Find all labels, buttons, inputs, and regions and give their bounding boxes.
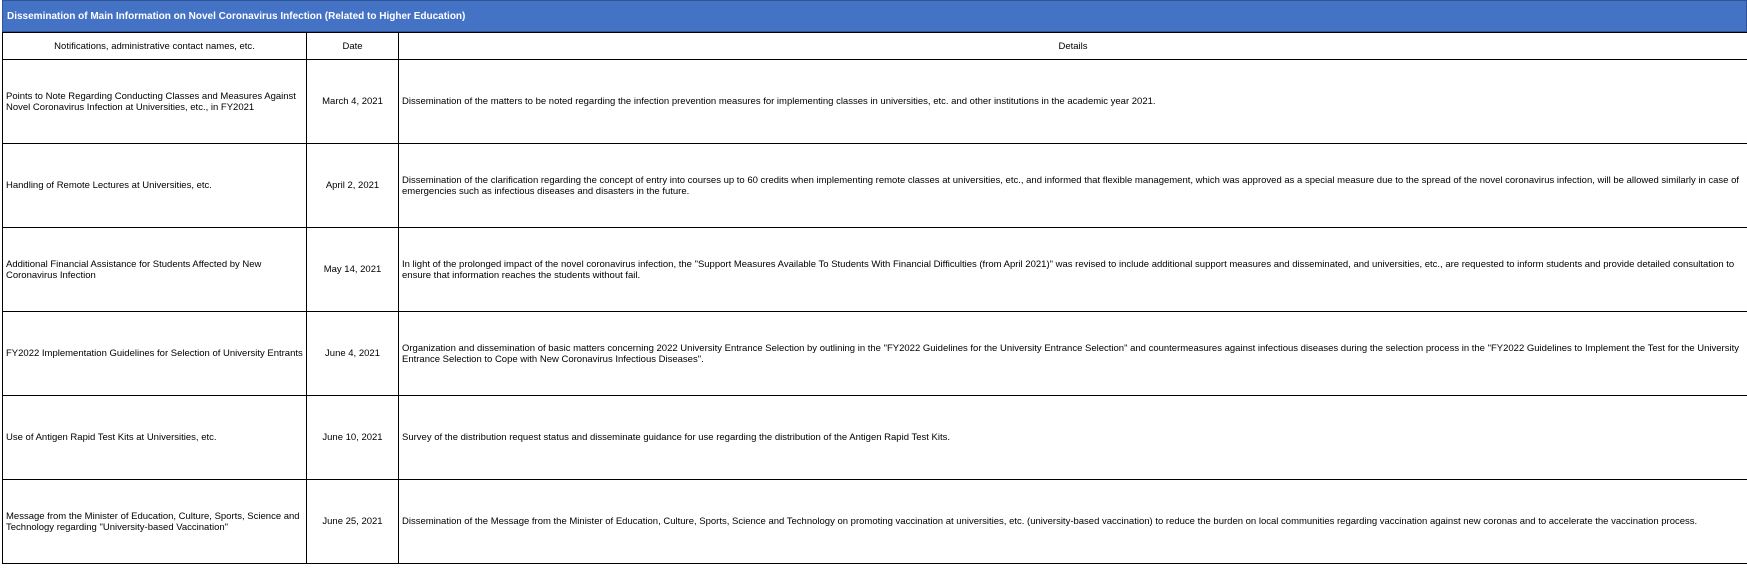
details-cell[interactable]: In light of the prolonged impact of the …: [398, 227, 1747, 312]
notification-cell[interactable]: Message from the Minister of Education, …: [2, 479, 307, 564]
notification-cell[interactable]: Handling of Remote Lectures at Universit…: [2, 143, 307, 228]
sheet-title: Dissemination of Main Information on Nov…: [2, 0, 1747, 32]
notification-cell[interactable]: Additional Financial Assistance for Stud…: [2, 227, 307, 312]
table-row: Handling of Remote Lectures at Universit…: [2, 143, 1747, 228]
header-row: Notifications, administrative contact na…: [2, 32, 1747, 60]
date-cell[interactable]: March 4, 2021: [306, 59, 399, 144]
notification-cell[interactable]: FY2022 Implementation Guidelines for Sel…: [2, 311, 307, 396]
date-cell[interactable]: April 2, 2021: [306, 143, 399, 228]
details-cell[interactable]: Dissemination of the Message from the Mi…: [398, 479, 1747, 564]
table-row: FY2022 Implementation Guidelines for Sel…: [2, 311, 1747, 396]
table-row: Points to Note Regarding Conducting Clas…: [2, 59, 1747, 144]
details-cell[interactable]: Dissemination of the matters to be noted…: [398, 59, 1747, 144]
table-row: Use of Antigen Rapid Test Kits at Univer…: [2, 395, 1747, 480]
table-row: Additional Financial Assistance for Stud…: [2, 227, 1747, 312]
column-header-notification[interactable]: Notifications, administrative contact na…: [2, 32, 307, 60]
notification-cell[interactable]: Use of Antigen Rapid Test Kits at Univer…: [2, 395, 307, 480]
date-cell[interactable]: June 10, 2021: [306, 395, 399, 480]
date-cell[interactable]: May 14, 2021: [306, 227, 399, 312]
column-header-date[interactable]: Date: [306, 32, 399, 60]
details-cell[interactable]: Organization and dissemination of basic …: [398, 311, 1747, 396]
information-table: Notifications, administrative contact na…: [2, 32, 1747, 564]
spreadsheet: Dissemination of Main Information on Nov…: [2, 0, 1747, 564]
details-cell[interactable]: Survey of the distribution request statu…: [398, 395, 1747, 480]
column-header-details[interactable]: Details: [398, 32, 1747, 60]
date-cell[interactable]: June 25, 2021: [306, 479, 399, 564]
notification-cell[interactable]: Points to Note Regarding Conducting Clas…: [2, 59, 307, 144]
table-row: Message from the Minister of Education, …: [2, 479, 1747, 564]
details-cell[interactable]: Dissemination of the clarification regar…: [398, 143, 1747, 228]
date-cell[interactable]: June 4, 2021: [306, 311, 399, 396]
